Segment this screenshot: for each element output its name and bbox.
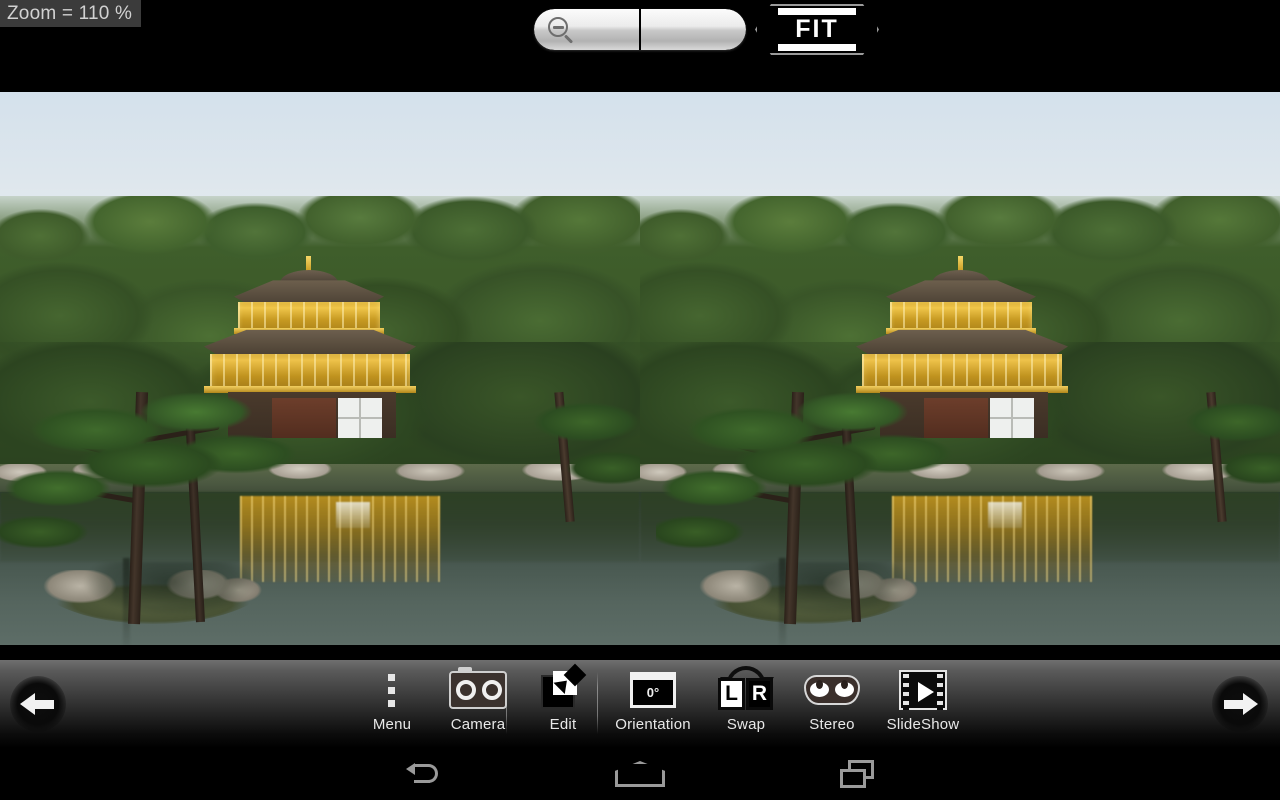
toolbar-separator [506,672,507,734]
image-toolbar-divider [0,645,1280,660]
fit-label: FIT [795,15,839,43]
swap-lr-icon: L R [718,666,774,712]
golden-pavilion-left [176,232,442,438]
stereo-image-stage[interactable] [0,92,1280,645]
right-eye-image[interactable] [640,92,1280,645]
swap-left-label: L [718,678,745,710]
orientation-value: 0° [646,685,660,700]
swap-button[interactable]: L R Swap [696,666,796,733]
edit-label: Edit [549,716,577,733]
arrow-right-icon [1222,693,1258,715]
next-image-button[interactable] [1212,676,1268,732]
stereo-camera-icon [449,667,507,709]
camera-label: Camera [450,716,506,733]
zoom-in-button[interactable] [640,9,746,50]
nav-home-button[interactable] [580,748,700,800]
bottom-toolbar: Menu Camera Edit 0° Orientation L R Swap… [0,660,1280,748]
stereo-photo-viewer-app: Zoom = 110 % FIT Menu Camera Edit 0° Ori… [0,0,1280,800]
nav-recents-button[interactable] [797,748,917,800]
back-icon [406,762,440,786]
overflow-menu-icon [388,670,396,710]
previous-image-button[interactable] [10,676,66,732]
arrow-left-icon [20,693,56,715]
zoom-status-chip: Zoom = 110 % [0,0,142,27]
zoom-out-button[interactable] [534,9,640,50]
nav-back-button[interactable] [363,748,483,800]
swap-right-label: R [746,678,773,710]
android-navigation-bar [0,748,1280,800]
orientation-label: Orientation [615,716,691,733]
home-icon [615,761,665,787]
menu-label: Menu [372,716,412,733]
slideshow-label: SlideShow [886,716,960,733]
magnifier-minus-icon [548,17,574,44]
toolbar-button-group: Menu Camera Edit 0° Orientation L R Swap… [348,660,959,748]
golden-pavilion-right [828,232,1094,438]
photo-scene-right [640,92,1280,645]
fit-button[interactable]: FIT [755,4,879,55]
camera-button[interactable]: Camera [433,666,523,733]
menu-button[interactable]: Menu [356,666,428,733]
photo-scene-left [0,92,640,645]
orientation-button[interactable]: 0° Orientation [598,666,708,733]
zoom-control-pill[interactable] [534,9,746,50]
top-toolbar: Zoom = 110 % FIT [0,0,1280,92]
swap-label: Swap [726,716,766,733]
recents-icon [840,760,874,788]
orientation-icon: 0° [630,672,676,708]
zoom-pill-divider [639,9,641,50]
slideshow-button[interactable]: SlideShow [860,666,986,733]
stereo-goggles-icon [804,675,860,705]
edit-pencil-icon [541,663,587,711]
left-eye-image[interactable] [0,92,640,645]
film-play-icon [899,670,947,710]
edit-button[interactable]: Edit [523,663,603,733]
